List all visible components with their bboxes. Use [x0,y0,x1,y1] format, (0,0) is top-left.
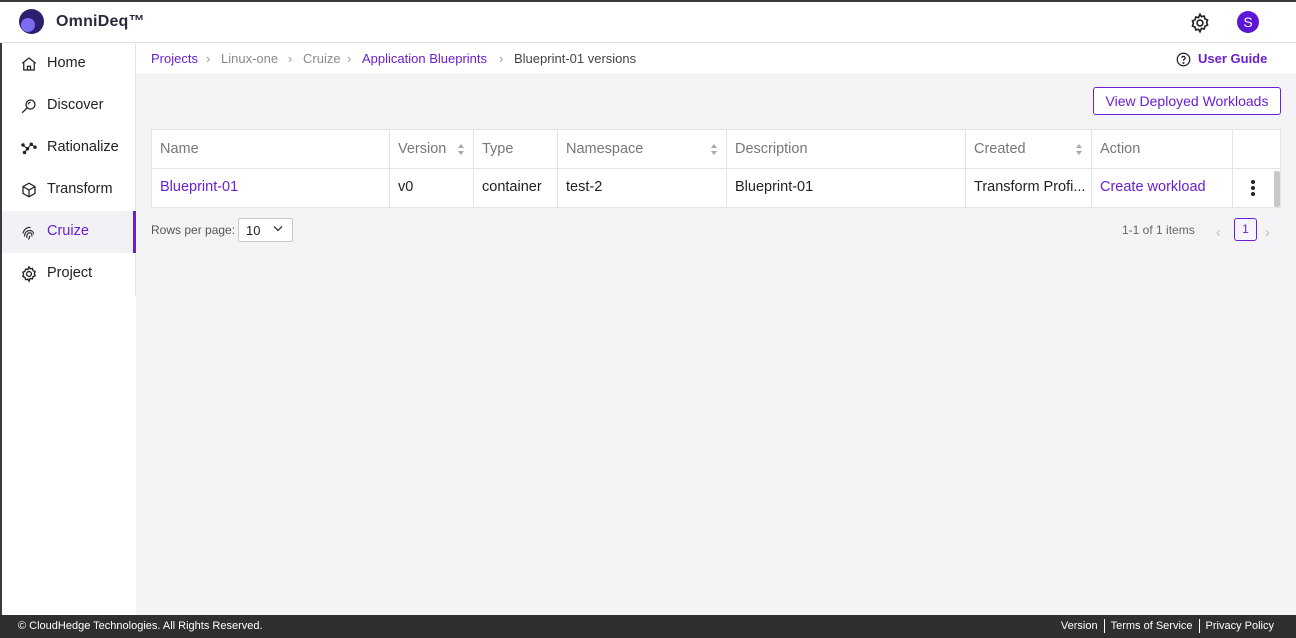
prev-page-button[interactable]: ‹ [1216,224,1221,240]
column-header-namespace[interactable]: Namespace [558,130,727,169]
rows-per-page-select[interactable]: 10 [238,218,293,242]
sidebar-item-label: Rationalize [47,139,119,155]
column-header-action: Action [1092,130,1233,169]
page-number-button[interactable]: 1 [1234,218,1257,241]
column-header-label: Namespace [566,141,644,157]
cell-type: container [474,169,558,208]
footer-links: Version Terms of Service Privacy Policy [1055,619,1280,633]
discover-icon [21,99,36,114]
cell-created: Transform Profi... [966,169,1092,208]
column-header-version[interactable]: Version [390,130,474,169]
created-value: Transform Profi... [974,179,1086,195]
column-header-created[interactable]: Created [966,130,1092,169]
sidebar-item-rationalize[interactable]: Rationalize [2,127,136,169]
rationalize-icon [21,142,37,155]
column-header-menu [1233,130,1280,169]
sidebar: Home Discover Rationalize Transform Crui… [0,43,136,615]
sidebar-item-label: Discover [47,97,104,113]
home-icon [21,57,37,71]
blueprint-name-link[interactable]: Blueprint-01 [160,179,238,195]
cell-description: Blueprint-01 [727,169,966,208]
version-value: v0 [398,179,414,195]
user-avatar[interactable]: S [1237,11,1259,33]
sort-icon[interactable] [711,144,718,156]
help-circle-icon[interactable] [1176,52,1191,67]
sidebar-item-cruize[interactable]: Cruize [2,211,136,253]
column-header-type: Type [474,130,558,169]
sidebar-item-home[interactable]: Home [2,43,136,85]
column-header-label: Type [482,141,514,157]
sort-icon[interactable] [1076,144,1083,156]
breadcrumb-separator: › [499,51,504,66]
sidebar-item-label: Home [47,55,86,71]
cell-menu [1233,169,1274,208]
gear-icon [22,265,36,283]
type-value: container [482,179,542,195]
next-page-button[interactable]: › [1265,224,1270,240]
breadcrumb-linux-one: Linux-one [221,51,279,66]
sidebar-item-label: Project [47,265,93,281]
rows-per-page-value: 10 [246,223,261,238]
more-vert-icon[interactable] [1251,180,1255,196]
app-logo[interactable] [19,9,44,34]
table-scrollbar[interactable] [1274,171,1280,207]
breadcrumb-cruize: Cruize [303,51,341,66]
breadcrumb-separator: › [206,51,211,66]
cell-action: Create workload [1092,169,1233,208]
sidebar-item-label: Cruize [47,223,89,239]
footer: © CloudHedge Technologies. All Rights Re… [0,615,1296,638]
breadcrumb-application-blueprints[interactable]: Application Blueprints [362,51,487,66]
rows-per-page-label: Rows per page: [151,223,236,237]
footer-link-terms[interactable]: Terms of Service [1103,619,1199,633]
footer-link-privacy[interactable]: Privacy Policy [1198,619,1280,633]
sidebar-item-label: Transform [47,181,113,197]
fingerprint-icon [22,226,35,240]
breadcrumb-separator: › [288,51,293,66]
view-deployed-workloads-button[interactable]: View Deployed Workloads [1093,87,1281,115]
breadcrumb: Projects › Linux-one › Cruize › Applicat… [136,43,1296,75]
sidebar-item-project[interactable]: Project [2,253,136,295]
top-bar: OmniDeq™ S [0,0,1296,43]
column-header-label: Version [398,141,447,157]
app-title: OmniDeq™ [56,13,145,30]
copyright-text: © CloudHedge Technologies. All Rights Re… [18,620,263,632]
sidebar-item-transform[interactable]: Transform [2,169,136,211]
breadcrumb-separator: › [347,51,352,66]
cell-version: v0 [390,169,474,208]
namespace-value: test-2 [566,179,603,195]
breadcrumb-current: Blueprint-01 versions [514,51,637,66]
column-header-description: Description [727,130,966,169]
user-guide-link[interactable]: User Guide [1198,51,1267,66]
description-value: Blueprint-01 [735,179,814,195]
column-header-name: Name [152,130,390,169]
breadcrumb-projects[interactable]: Projects [151,51,198,66]
cell-name: Blueprint-01 [152,169,390,208]
settings-gear-icon[interactable] [1189,12,1211,34]
column-header-label: Name [160,141,199,157]
footer-link-version[interactable]: Version [1055,619,1104,633]
column-header-label: Action [1100,141,1141,157]
cube-icon [22,182,36,198]
pagination-range: 1-1 of 1 items [1122,223,1195,237]
column-header-label: Created [974,141,1026,157]
main-content: Projects › Linux-one › Cruize › Applicat… [136,43,1296,615]
column-header-label: Description [735,141,808,157]
sidebar-item-discover[interactable]: Discover [2,85,136,127]
versions-table: Name Version Type Namespace Description … [151,129,1281,208]
sort-icon[interactable] [458,144,465,156]
chevron-down-icon [273,226,283,232]
sidebar-nav: Home Discover Rationalize Transform Crui… [2,43,136,296]
create-workload-link[interactable]: Create workload [1100,179,1206,195]
cell-namespace: test-2 [558,169,727,208]
